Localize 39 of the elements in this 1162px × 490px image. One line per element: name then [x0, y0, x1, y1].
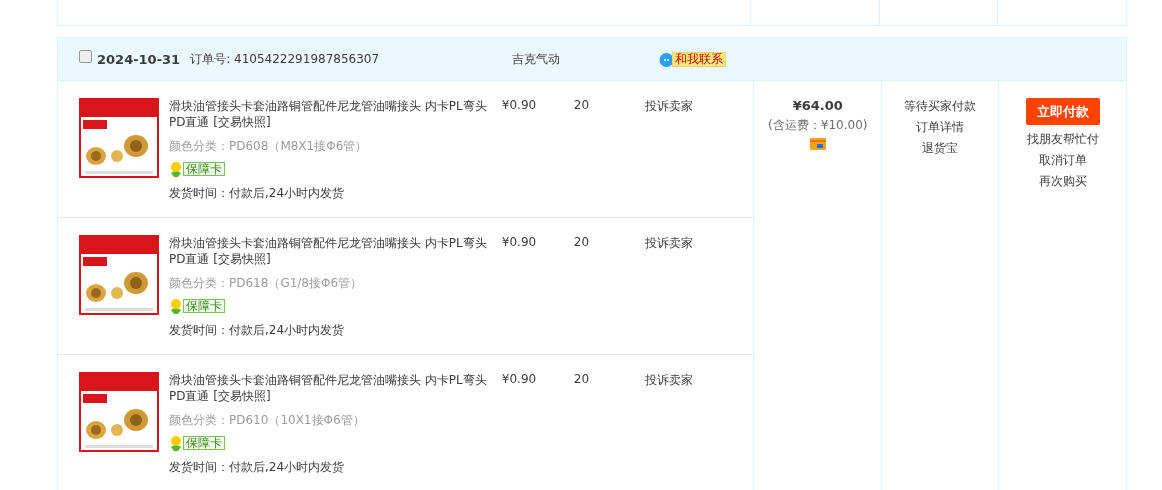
order-total: ¥64.00 [792, 98, 843, 113]
order-status: 等待买家付款 [904, 98, 977, 115]
unit-price: ¥0.90 [500, 98, 538, 114]
order-number: 订单号: 4105422291987856307 [190, 50, 380, 68]
order-link[interactable]: 退货宝 [922, 140, 959, 157]
shipping-time: 发货时间：付款后,24小时内发货 [169, 459, 345, 476]
quantity: 20 [572, 98, 591, 114]
order-action-link[interactable]: 取消订单 [1038, 152, 1087, 169]
guarantee-tag[interactable]: 保障卡 [183, 299, 225, 313]
shipping-fee: (含运费：¥10.00) [768, 117, 868, 134]
flower-icon [169, 298, 183, 314]
product-title-link[interactable]: 滑块油管接头卡套油路铜管配件尼龙管油嘴接头 内卡PL弯头 PD直通 [交易快照] [169, 235, 489, 267]
chat-icon[interactable] [659, 51, 674, 67]
quantity: 20 [572, 372, 591, 388]
quantity: 20 [572, 235, 591, 251]
contact-seller-link[interactable]: 和我联系 [672, 51, 726, 67]
product-variant: 颜色分类：PD618（G1/8接Φ6管） [169, 275, 363, 292]
guarantee-tag[interactable]: 保障卡 [183, 162, 225, 176]
guarantee-tag[interactable]: 保障卡 [183, 436, 225, 450]
unit-price: ¥0.90 [500, 235, 538, 251]
product-variant: 颜色分类：PD608（M8X1接Φ6管） [169, 138, 368, 155]
complain-seller-link[interactable]: 投诉卖家 [614, 98, 724, 217]
order-link[interactable]: 订单详情 [916, 119, 965, 136]
unit-price: ¥0.90 [500, 372, 538, 388]
card-icon [809, 138, 826, 150]
shipping-time: 发货时间：付款后,24小时内发货 [169, 185, 345, 202]
product-title-link[interactable]: 滑块油管接头卡套油路铜管配件尼龙管油嘴接头 内卡PL弯头 PD直通 [交易快照] [169, 98, 489, 130]
product-title-link[interactable]: 滑块油管接头卡套油路铜管配件尼龙管油嘴接头 内卡PL弯头 PD直通 [交易快照] [169, 372, 489, 404]
flower-icon [169, 161, 183, 177]
shop-name[interactable]: 吉克气动 [512, 50, 560, 68]
flower-icon [169, 435, 183, 451]
product-variant: 颜色分类：PD610（10X1接Φ6管） [169, 412, 365, 429]
shipping-time: 发货时间：付款后,24小时内发货 [169, 322, 345, 339]
complain-seller-link[interactable]: 投诉卖家 [614, 235, 724, 354]
order-action-link[interactable]: 找朋友帮忙付 [1026, 131, 1099, 148]
complain-seller-link[interactable]: 投诉卖家 [614, 372, 724, 490]
order-action-link[interactable]: 再次购买 [1038, 173, 1087, 190]
order-date: 2024-10-31 [97, 51, 181, 67]
order-checkbox[interactable] [79, 49, 92, 63]
